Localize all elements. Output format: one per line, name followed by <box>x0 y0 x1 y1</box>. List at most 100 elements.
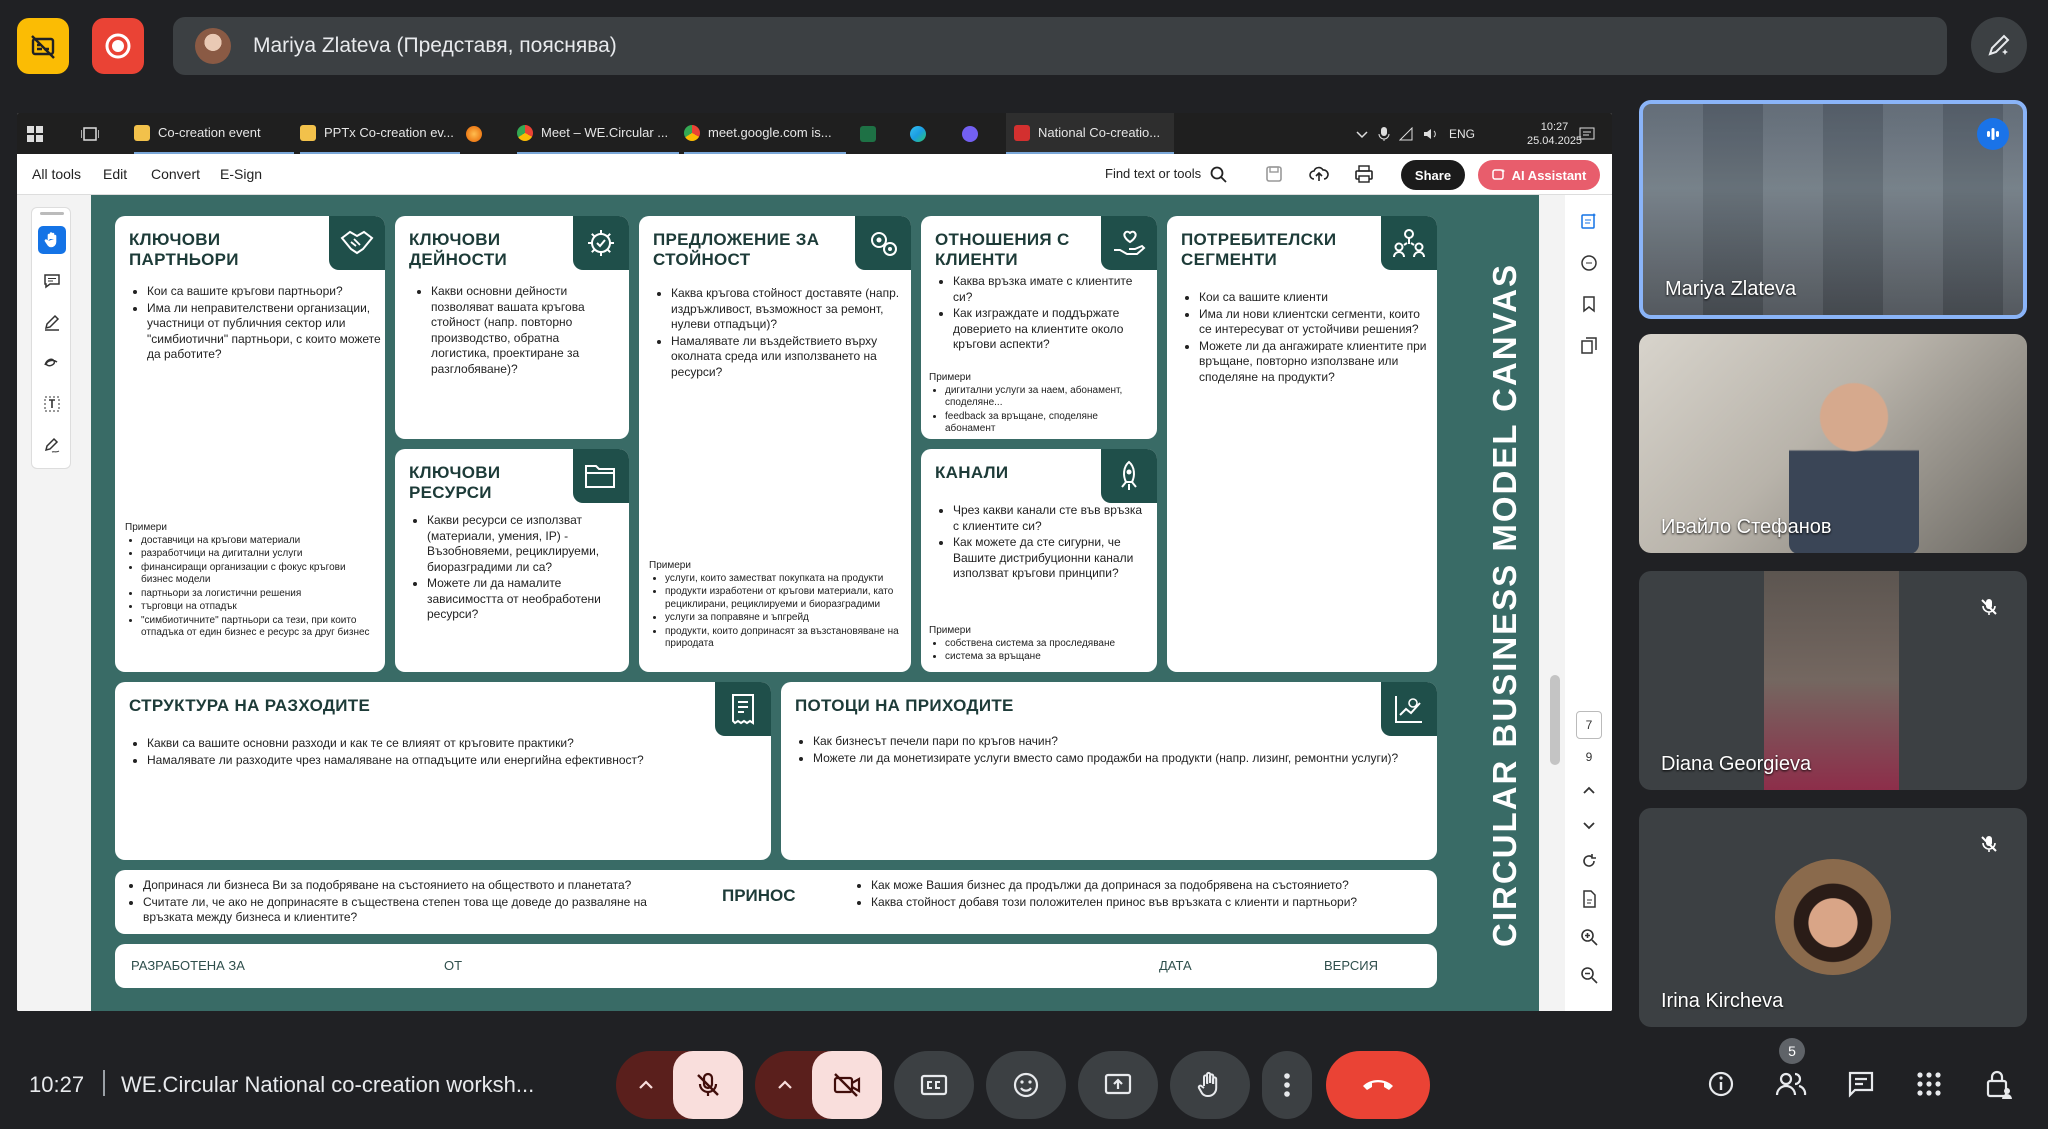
more-options-button[interactable] <box>1262 1051 1312 1119</box>
taskbar-viber[interactable] <box>962 113 986 154</box>
quick-tools-panel <box>31 207 71 469</box>
scroll-thumb[interactable] <box>1550 675 1560 765</box>
taskbar-item-pptx[interactable]: PPTx Co-creation ev... <box>300 113 460 154</box>
menu-all-tools[interactable]: All tools <box>32 166 81 182</box>
participant-tile-diana[interactable]: Diana Georgieva <box>1639 571 2027 790</box>
zoom-in-icon <box>1581 929 1598 946</box>
hide-captions-icon <box>31 35 55 59</box>
bullet-list: Какви са вашите основни разходи и как те… <box>131 736 751 769</box>
text-box-icon <box>44 396 60 412</box>
card-cost-structure: СТРУКТУРА НА РАЗХОДИТЕ Какви са вашите о… <box>115 682 771 860</box>
present-button[interactable] <box>1078 1051 1158 1119</box>
pages-panel-button[interactable] <box>1577 333 1601 357</box>
meeting-details-button[interactable] <box>1697 1060 1745 1108</box>
annotate-button[interactable] <box>1971 17 2027 73</box>
previous-page-button[interactable] <box>1577 779 1601 803</box>
raise-hand-button[interactable] <box>1170 1051 1250 1119</box>
people-button[interactable]: 5 <box>1767 1038 1815 1108</box>
taskbar-item-national[interactable]: National Co-creatio... <box>1006 113 1174 154</box>
search-icon[interactable] <box>1210 166 1227 183</box>
text-tool-button[interactable] <box>38 390 66 418</box>
participant-tile-ivaylo[interactable]: Ивайло Стефанов <box>1639 334 2027 553</box>
rotate-button[interactable] <box>1577 849 1601 873</box>
canvas-title-vertical: CIRCULAR BUSINESS MODEL CANVAS <box>1486 263 1523 947</box>
recording-button[interactable] <box>92 18 144 74</box>
taskbar-clock[interactable]: 10:27 25.04.2025 <box>1527 113 1582 154</box>
extract-button[interactable] <box>1577 887 1601 911</box>
captions-button[interactable] <box>894 1051 974 1119</box>
folder-icon <box>134 124 150 141</box>
drag-handle[interactable] <box>40 212 64 215</box>
save-icon[interactable] <box>1265 165 1283 183</box>
share-button[interactable]: Share <box>1401 160 1465 190</box>
ai-doc-icon <box>1581 213 1596 229</box>
card-title: КЛЮЧОВИ РЕСУРСИ <box>409 463 501 502</box>
firefox-icon <box>466 125 482 142</box>
page-number-input[interactable]: 7 <box>1576 711 1602 739</box>
presenter-banner: Mariya Zlateva (Представя, пояснява) <box>173 17 1947 75</box>
print-icon[interactable] <box>1354 165 1374 183</box>
task-view-button[interactable] <box>81 113 99 154</box>
participant-tile-irina[interactable]: Irina Kircheva <box>1639 808 2027 1027</box>
comment-icon <box>44 274 60 289</box>
taskbar-item-meet-google[interactable]: meet.google.com is... <box>684 113 846 154</box>
audio-options-button[interactable] <box>616 1051 676 1119</box>
folder-icon <box>300 124 316 141</box>
bookmarks-button[interactable] <box>1577 292 1601 316</box>
participant-tile-mariya[interactable]: Mariya Zlateva <box>1639 100 2027 319</box>
card-title: КЛЮЧОВИ ДЕЙНОСТИ <box>409 230 508 269</box>
camera-toggle-button[interactable] <box>812 1051 882 1119</box>
participant-name: Mariya Zlateva <box>1665 278 1797 300</box>
upload-cloud-icon[interactable] <box>1309 165 1329 183</box>
reactions-button[interactable] <box>986 1051 1066 1119</box>
leave-call-button[interactable] <box>1326 1051 1430 1119</box>
draw-tool-button[interactable] <box>38 349 66 377</box>
hand-tool-button[interactable] <box>38 226 66 254</box>
card-customer-segments: ПОТРЕБИТЕЛСКИ СЕГМЕНТИ Кои са вашите кли… <box>1167 216 1437 672</box>
card-channels: КАНАЛИ Чрез какви канали сте във връзка … <box>921 449 1157 672</box>
examples-block: Примери услуги, които заместват покупкат… <box>649 560 907 652</box>
activities-button[interactable] <box>1905 1060 1953 1108</box>
ai-sparkle-icon <box>1491 169 1505 180</box>
meeting-time: 10:27 <box>29 1072 85 1097</box>
sign-tool-button[interactable] <box>38 431 66 459</box>
highlight-tool-button[interactable] <box>38 308 66 336</box>
excel-icon <box>860 125 876 142</box>
signature-icon <box>44 437 60 453</box>
notifications-button[interactable] <box>1579 113 1595 154</box>
menu-convert[interactable]: Convert <box>151 166 200 182</box>
menu-e-sign[interactable]: E-Sign <box>220 166 262 182</box>
menu-edit[interactable]: Edit <box>103 166 127 182</box>
pdf-scrollbar[interactable] <box>1547 195 1563 1011</box>
comment-tool-button[interactable] <box>38 267 66 295</box>
card-revenue-streams: ПОТОЦИ НА ПРИХОДИТЕ Как бизнесът печели … <box>781 682 1437 860</box>
chrome-icon <box>517 124 533 141</box>
comments-panel-button[interactable] <box>1577 251 1601 275</box>
chevron-up-icon <box>1583 786 1595 794</box>
chat-button[interactable] <box>1837 1060 1885 1108</box>
presenter-avatar <box>195 28 231 64</box>
taskbar-item-meet[interactable]: Meet – WE.Circular ... <box>517 113 679 154</box>
mic-toggle-button[interactable] <box>673 1051 743 1119</box>
start-button[interactable] <box>27 113 43 154</box>
next-page-button[interactable] <box>1577 813 1601 837</box>
zoom-in-button[interactable] <box>1577 925 1601 949</box>
zoom-out-button[interactable] <box>1577 963 1601 987</box>
ai-assistant-button[interactable]: AI Assistant <box>1478 160 1600 190</box>
find-tools-field[interactable]: Find text or tools <box>1105 166 1201 181</box>
taskbar-item-co-creation[interactable]: Co-creation event <box>134 113 294 154</box>
captions-toggle-button[interactable] <box>17 18 69 74</box>
taskbar-firefox[interactable] <box>466 113 490 154</box>
video-options-button[interactable] <box>755 1051 815 1119</box>
pdf-viewport[interactable]: КЛЮЧОВИ ПАРТНЬОРИ Кои са вашите кръгови … <box>17 195 1612 1011</box>
taskbar-excel[interactable] <box>860 113 884 154</box>
mic-off-icon <box>1981 836 1997 852</box>
card-contribution: Допринася ли бизнеса Ви за подобряване н… <box>115 870 1437 934</box>
host-controls-button[interactable] <box>1975 1060 2023 1108</box>
mic-off-icon <box>697 1072 719 1096</box>
card-title: ПОТОЦИ НА ПРИХОДИТЕ <box>795 696 1014 715</box>
language-indicator[interactable]: ENG <box>1449 127 1475 141</box>
ai-summary-button[interactable] <box>1577 209 1601 233</box>
windows-taskbar: Co-creation event PPTx Co-creation ev...… <box>17 113 1612 154</box>
taskbar-edge[interactable] <box>910 113 934 154</box>
